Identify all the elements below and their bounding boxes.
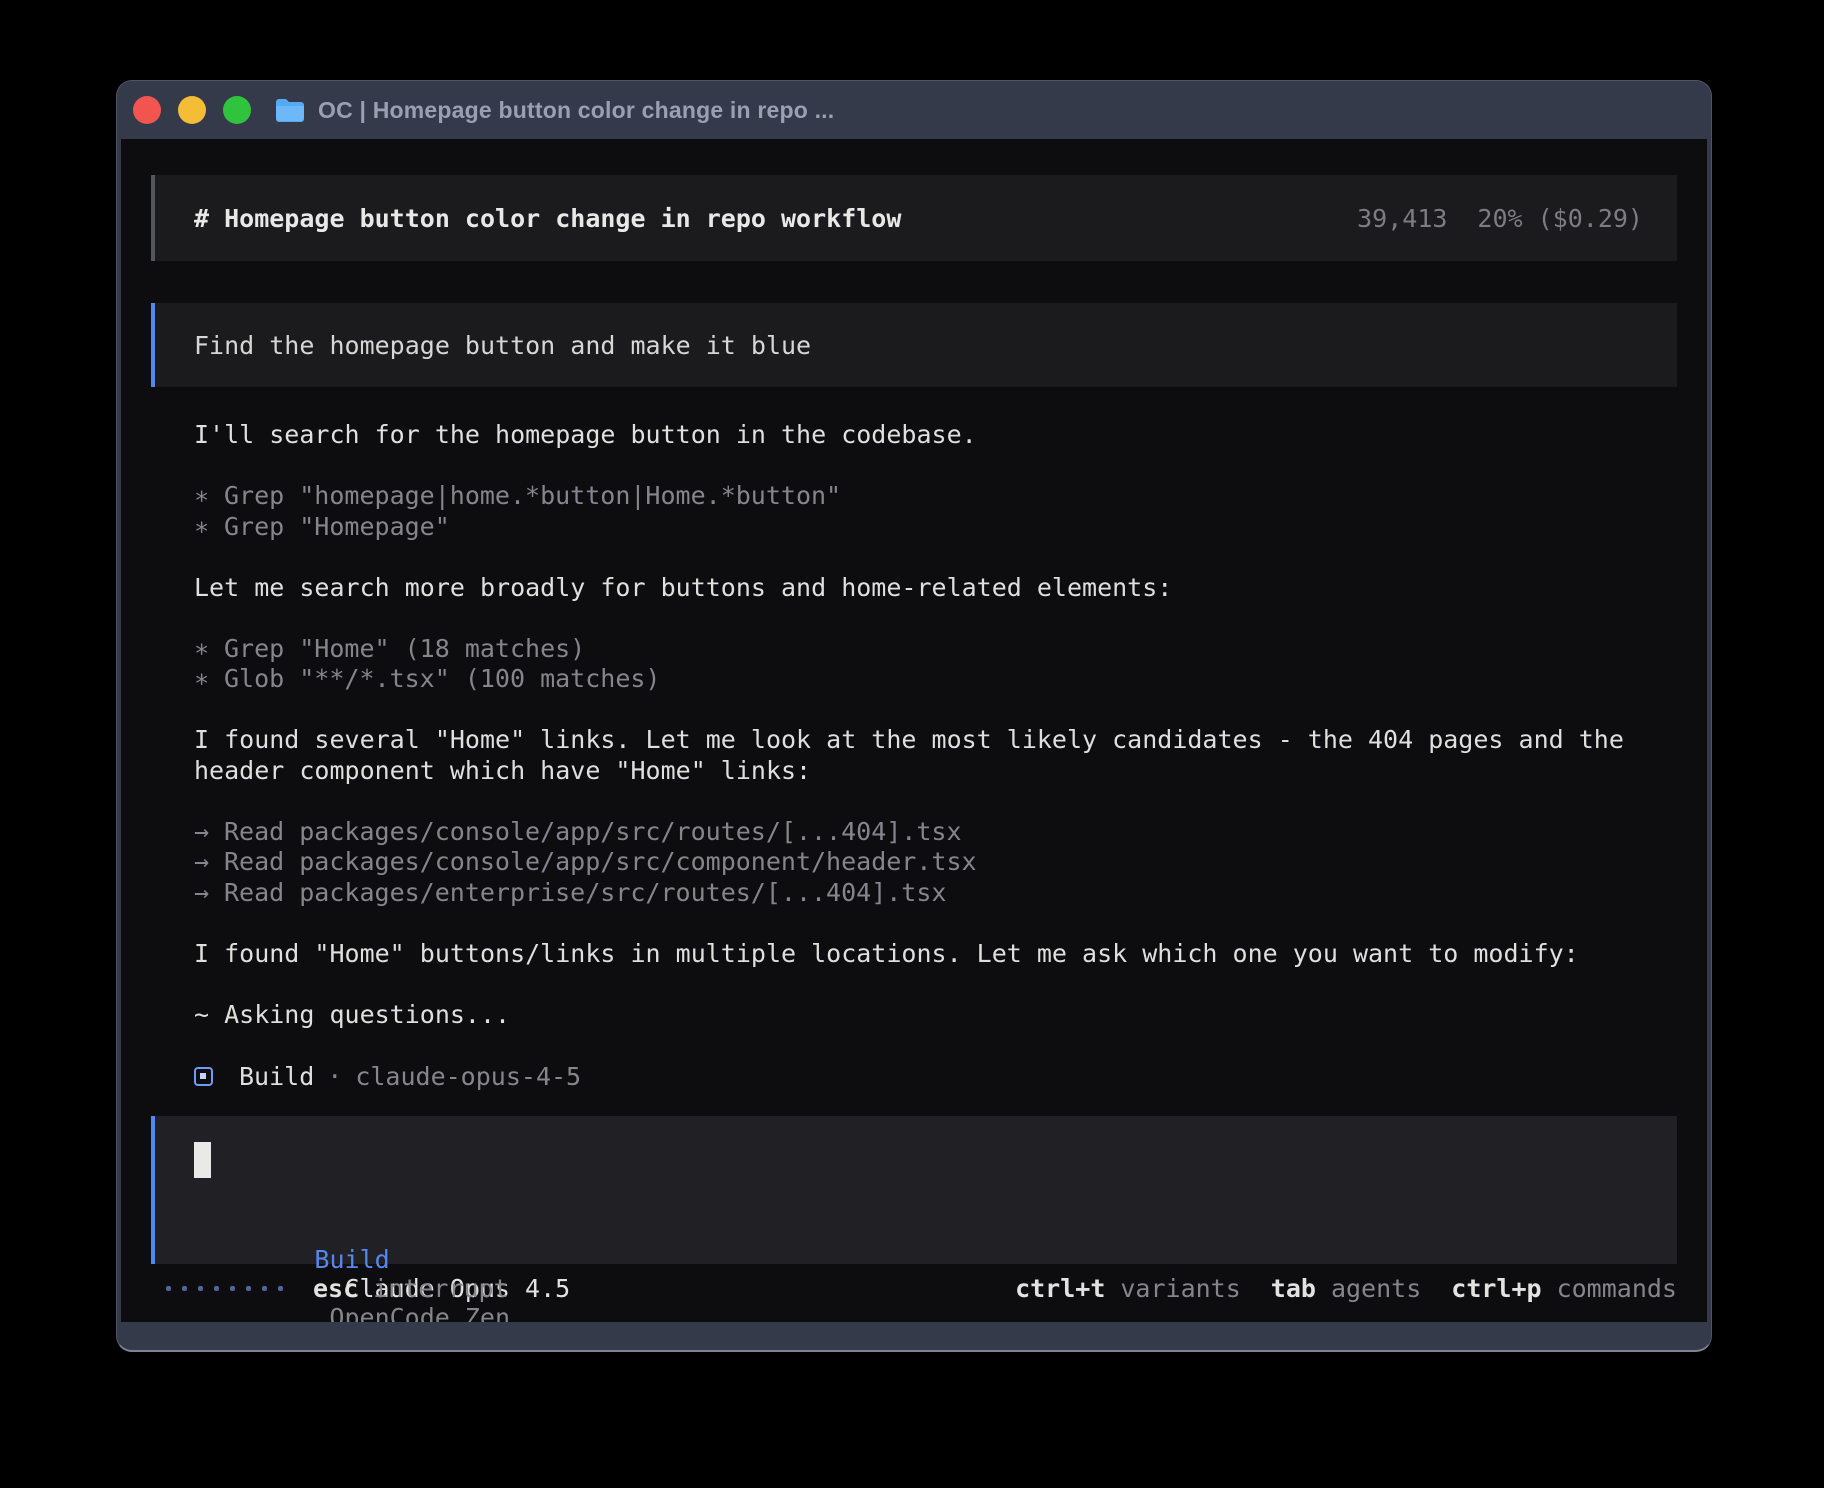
line-text: I'll search for the homepage button in t…	[194, 420, 977, 449]
transcript-spacer	[194, 695, 1634, 726]
status-bar: esc interrupt ctrl+tvariantstabagentsctr…	[151, 1273, 1677, 1304]
prompt-input[interactable]: Build Claude Opus 4.5 OpenCode Zen	[151, 1116, 1677, 1264]
spinner-dot	[182, 1286, 187, 1291]
asterisk-tool-icon: ∗	[194, 512, 209, 543]
context-cost: 20% ($0.29)	[1477, 204, 1643, 233]
provider-label: OpenCode Zen	[329, 1303, 510, 1323]
spinner-dot	[278, 1286, 283, 1291]
status-shortcuts: ctrl+t variants tab agents ctrl+p commands	[985, 1274, 1677, 1303]
arrow-right-icon: →	[194, 847, 209, 878]
terminal-content: # Homepage button color change in repo w…	[121, 139, 1707, 1322]
folder-icon	[275, 98, 305, 123]
shortcut-hint: tab agents	[1271, 1274, 1421, 1303]
spinner-dot	[214, 1286, 219, 1291]
title-bar: OC | Homepage button color change in rep…	[117, 81, 1711, 139]
tool-call-line: → Read packages/console/app/src/routes/[.…	[194, 817, 1634, 848]
spinner-dot	[246, 1286, 251, 1291]
line-text: Read packages/console/app/src/component/…	[224, 847, 977, 876]
asterisk-tool-icon: ∗	[194, 634, 209, 665]
line-text: Grep "homepage|home.*button|Home.*button…	[224, 481, 841, 510]
assistant-transcript: I'll search for the homepage button in t…	[151, 420, 1677, 1030]
token-count: 39,413	[1357, 204, 1447, 233]
assistant-text-line: ~ Asking questions...	[194, 1000, 1634, 1031]
user-message: Find the homepage button and make it blu…	[151, 303, 1677, 387]
arrow-right-icon: →	[194, 817, 209, 848]
asterisk-tool-icon: ∗	[194, 664, 209, 695]
shortcut-hint: ctrl+t variants	[1015, 1274, 1241, 1303]
tool-call-line: ∗ Grep "homepage|home.*button|Home.*butto…	[194, 481, 1634, 512]
spinner-dot	[198, 1286, 203, 1291]
build-agent-icon	[194, 1067, 213, 1086]
input-meta: Build Claude Opus 4.5 OpenCode Zen	[194, 1216, 1677, 1323]
minimize-button[interactable]	[178, 96, 206, 124]
close-button[interactable]	[133, 96, 161, 124]
tool-call-line: ∗ Grep "Home" (18 matches)	[194, 634, 1634, 665]
transcript-spacer	[194, 908, 1634, 939]
tool-call-line: → Read packages/enterprise/src/routes/[..…	[194, 878, 1634, 909]
assistant-text-line: I found several "Home" links. Let me loo…	[194, 725, 1634, 786]
shortcut-label: agents	[1331, 1274, 1421, 1303]
transcript-spacer	[194, 542, 1634, 573]
assistant-text-line: I'll search for the homepage button in t…	[194, 420, 1634, 451]
shortcut-key: ctrl+p	[1451, 1274, 1541, 1303]
assistant-text-line: I found "Home" buttons/links in multiple…	[194, 939, 1634, 970]
line-text: I found "Home" buttons/links in multiple…	[194, 939, 1579, 968]
shortcut-label: variants	[1120, 1274, 1240, 1303]
line-text: Grep "Homepage"	[224, 512, 450, 541]
spinner-dot	[262, 1286, 267, 1291]
assistant-text-line: Let me search more broadly for buttons a…	[194, 573, 1634, 604]
session-stats: 39,413 20% ($0.29)	[1357, 204, 1643, 233]
transcript-spacer	[194, 969, 1634, 1000]
line-text: Let me search more broadly for buttons a…	[194, 573, 1172, 602]
asterisk-tool-icon: ∗	[194, 481, 209, 512]
line-text: I found several "Home" links. Let me loo…	[194, 725, 1639, 785]
shortcut-hint: ctrl+p commands	[1451, 1274, 1677, 1303]
agent-model: claude-opus-4-5	[355, 1062, 581, 1091]
esc-key-label: interrupt	[373, 1274, 508, 1303]
tool-call-line: ∗ Glob "**/*.tsx" (100 matches)	[194, 664, 1634, 695]
user-message-text: Find the homepage button and make it blu…	[194, 331, 811, 360]
line-text: Read packages/enterprise/src/routes/[...…	[224, 878, 946, 907]
text-cursor	[194, 1142, 211, 1178]
spinner-dot	[230, 1286, 235, 1291]
status-left: esc interrupt	[166, 1274, 509, 1303]
line-text: Glob "**/*.tsx" (100 matches)	[224, 664, 661, 693]
session-title: # Homepage button color change in repo w…	[194, 204, 901, 233]
window-title: OC | Homepage button color change in rep…	[318, 97, 834, 124]
shortcut-key: ctrl+t	[1015, 1274, 1105, 1303]
zoom-button[interactable]	[223, 96, 251, 124]
tool-call-line: ∗ Grep "Homepage"	[194, 512, 1634, 543]
tool-call-line: → Read packages/console/app/src/component…	[194, 847, 1634, 878]
line-text: Read packages/console/app/src/routes/[..…	[224, 817, 962, 846]
transcript-spacer	[194, 603, 1634, 634]
session-header: # Homepage button color change in repo w…	[151, 175, 1677, 261]
shortcut-label: commands	[1557, 1274, 1677, 1303]
line-text: ~ Asking questions...	[194, 1000, 510, 1029]
agent-separator: ·	[327, 1062, 342, 1091]
terminal-window: OC | Homepage button color change in rep…	[116, 80, 1712, 1352]
esc-key-hint: esc	[313, 1274, 358, 1303]
arrow-right-icon: →	[194, 878, 209, 909]
transcript-spacer	[194, 451, 1634, 482]
shortcut-key: tab	[1271, 1274, 1316, 1303]
line-text: Grep "Home" (18 matches)	[224, 634, 585, 663]
mode-label[interactable]: Build	[314, 1245, 389, 1274]
spinner-dots-icon	[166, 1286, 283, 1291]
agent-status-row: Build · claude-opus-4-5	[151, 1061, 1677, 1092]
agent-name: Build	[239, 1062, 314, 1091]
transcript-spacer	[194, 786, 1634, 817]
traffic-lights	[133, 96, 251, 124]
spinner-dot	[166, 1286, 171, 1291]
